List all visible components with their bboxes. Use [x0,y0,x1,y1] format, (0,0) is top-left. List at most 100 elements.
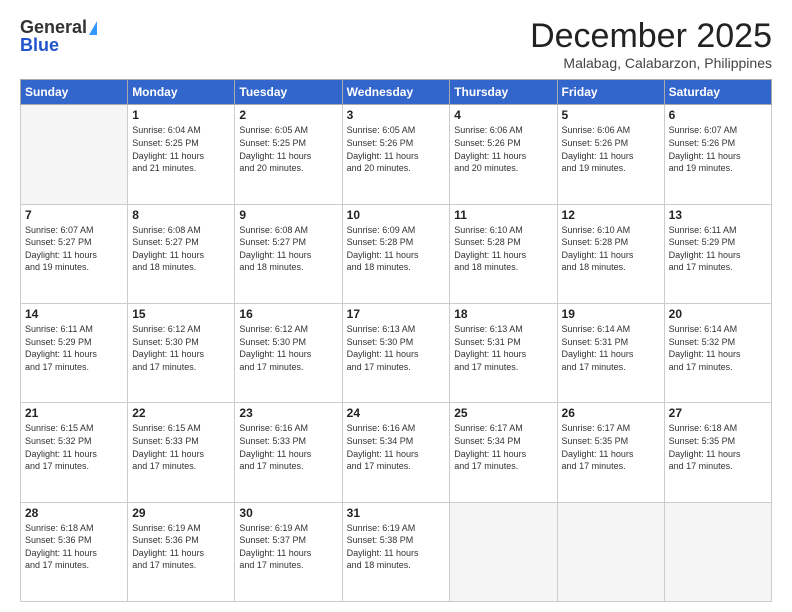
day-info: Sunrise: 6:17 AM Sunset: 5:34 PM Dayligh… [454,422,552,472]
calendar-cell: 3Sunrise: 6:05 AM Sunset: 5:26 PM Daylig… [342,105,450,204]
calendar-cell: 16Sunrise: 6:12 AM Sunset: 5:30 PM Dayli… [235,304,342,403]
calendar-cell: 1 Sunrise: 6:04 AM Sunset: 5:25 PM Daylig… [128,105,235,204]
day-info: Sunrise: 6:14 AM Sunset: 5:31 PM Dayligh… [562,323,660,373]
page: General Blue December 2025 Malabag, Cala… [0,0,792,612]
calendar-cell [557,502,664,601]
calendar-cell: 7 Sunrise: 6:07 AM Sunset: 5:27 PM Daylig… [21,204,128,303]
day-number: 19 [562,307,660,321]
month-title: December 2025 [530,18,772,55]
calendar-cell: 20 Sunrise: 6:14 AM Sunset: 5:32 PM Dayli… [664,304,771,403]
day-number: 23 [239,406,337,420]
calendar-cell: 14 Sunrise: 6:11 AM Sunset: 5:29 PM Dayli… [21,304,128,403]
day-number: 7 [25,208,123,222]
calendar-cell: 10 Sunrise: 6:09 AM Sunset: 5:28 PM Dayli… [342,204,450,303]
day-info: Sunrise: 6:13 AM Sunset: 5:30 PM Dayligh… [347,323,446,373]
day-number: 27 [669,406,767,420]
day-info: Sunrise: 6:19 AM Sunset: 5:36 PM Dayligh… [132,522,230,572]
calendar-cell [664,502,771,601]
day-info: Sunrise: 6:06 AM Sunset: 5:26 PM Dayligh… [454,124,552,174]
day-info: Sunrise: 6:09 AM Sunset: 5:28 PM Dayligh… [347,224,446,274]
day-number: 13 [669,208,767,222]
day-number: 29 [132,506,230,520]
day-number: 12 [562,208,660,222]
calendar-cell: 2Sunrise: 6:05 AM Sunset: 5:25 PM Daylig… [235,105,342,204]
weekday-header-wednesday: Wednesday [342,80,450,105]
day-info: Sunrise: 6:13 AM Sunset: 5:31 PM Dayligh… [454,323,552,373]
week-row-4: 28 Sunrise: 6:18 AM Sunset: 5:36 PM Dayli… [21,502,772,601]
day-info: Sunrise: 6:07 AM Sunset: 5:27 PM Dayligh… [25,224,123,274]
day-number: 22 [132,406,230,420]
logo: General Blue [20,18,97,56]
day-info: Sunrise: 6:11 AM Sunset: 5:29 PM Dayligh… [669,224,767,274]
day-info: Sunrise: 6:19 AM Sunset: 5:37 PM Dayligh… [239,522,337,572]
calendar-cell: 6Sunrise: 6:07 AM Sunset: 5:26 PM Daylig… [664,105,771,204]
calendar-cell: 21 Sunrise: 6:15 AM Sunset: 5:32 PM Dayli… [21,403,128,502]
week-row-0: 1 Sunrise: 6:04 AM Sunset: 5:25 PM Daylig… [21,105,772,204]
day-info: Sunrise: 6:06 AM Sunset: 5:26 PM Dayligh… [562,124,660,174]
logo-blue-text: Blue [20,36,59,56]
day-number: 30 [239,506,337,520]
day-number: 21 [25,406,123,420]
day-info: Sunrise: 6:16 AM Sunset: 5:34 PM Dayligh… [347,422,446,472]
week-row-2: 14 Sunrise: 6:11 AM Sunset: 5:29 PM Dayli… [21,304,772,403]
weekday-header-saturday: Saturday [664,80,771,105]
day-number: 26 [562,406,660,420]
day-info: Sunrise: 6:11 AM Sunset: 5:29 PM Dayligh… [25,323,123,373]
day-number: 24 [347,406,446,420]
day-number: 11 [454,208,552,222]
title-block: December 2025 Malabag, Calabarzon, Phili… [530,18,772,71]
calendar-cell: 8Sunrise: 6:08 AM Sunset: 5:27 PM Daylig… [128,204,235,303]
day-number: 1 [132,108,230,122]
day-number: 18 [454,307,552,321]
calendar-cell: 26 Sunrise: 6:17 AM Sunset: 5:35 PM Dayli… [557,403,664,502]
day-info: Sunrise: 6:10 AM Sunset: 5:28 PM Dayligh… [454,224,552,274]
day-number: 15 [132,307,230,321]
weekday-header-monday: Monday [128,80,235,105]
day-number: 8 [132,208,230,222]
day-number: 6 [669,108,767,122]
day-info: Sunrise: 6:05 AM Sunset: 5:26 PM Dayligh… [347,124,446,174]
day-info: Sunrise: 6:15 AM Sunset: 5:32 PM Dayligh… [25,422,123,472]
calendar-cell: 31 Sunrise: 6:19 AM Sunset: 5:38 PM Dayli… [342,502,450,601]
day-info: Sunrise: 6:18 AM Sunset: 5:35 PM Dayligh… [669,422,767,472]
calendar-table: SundayMondayTuesdayWednesdayThursdayFrid… [20,79,772,602]
calendar-cell: 15 Sunrise: 6:12 AM Sunset: 5:30 PM Dayli… [128,304,235,403]
calendar-cell: 18 Sunrise: 6:13 AM Sunset: 5:31 PM Dayli… [450,304,557,403]
day-number: 20 [669,307,767,321]
day-info: Sunrise: 6:10 AM Sunset: 5:28 PM Dayligh… [562,224,660,274]
calendar-cell: 29 Sunrise: 6:19 AM Sunset: 5:36 PM Dayli… [128,502,235,601]
day-number: 2 [239,108,337,122]
calendar-cell: 13 Sunrise: 6:11 AM Sunset: 5:29 PM Dayli… [664,204,771,303]
day-info: Sunrise: 6:15 AM Sunset: 5:33 PM Dayligh… [132,422,230,472]
day-info: Sunrise: 6:18 AM Sunset: 5:36 PM Dayligh… [25,522,123,572]
calendar-cell: 22 Sunrise: 6:15 AM Sunset: 5:33 PM Dayli… [128,403,235,502]
day-number: 28 [25,506,123,520]
day-info: Sunrise: 6:19 AM Sunset: 5:38 PM Dayligh… [347,522,446,572]
calendar-cell: 9 Sunrise: 6:08 AM Sunset: 5:27 PM Daylig… [235,204,342,303]
location: Malabag, Calabarzon, Philippines [530,55,772,71]
day-info: Sunrise: 6:04 AM Sunset: 5:25 PM Dayligh… [132,124,230,174]
weekday-header-row: SundayMondayTuesdayWednesdayThursdayFrid… [21,80,772,105]
day-number: 14 [25,307,123,321]
calendar-cell [450,502,557,601]
calendar-cell: 23 Sunrise: 6:16 AM Sunset: 5:33 PM Dayli… [235,403,342,502]
header: General Blue December 2025 Malabag, Cala… [20,18,772,71]
day-info: Sunrise: 6:14 AM Sunset: 5:32 PM Dayligh… [669,323,767,373]
calendar-cell: 24 Sunrise: 6:16 AM Sunset: 5:34 PM Dayli… [342,403,450,502]
day-info: Sunrise: 6:12 AM Sunset: 5:30 PM Dayligh… [239,323,337,373]
day-info: Sunrise: 6:17 AM Sunset: 5:35 PM Dayligh… [562,422,660,472]
calendar-cell [21,105,128,204]
day-number: 5 [562,108,660,122]
day-number: 4 [454,108,552,122]
day-number: 31 [347,506,446,520]
day-number: 9 [239,208,337,222]
calendar-cell: 19 Sunrise: 6:14 AM Sunset: 5:31 PM Dayli… [557,304,664,403]
day-info: Sunrise: 6:08 AM Sunset: 5:27 PM Dayligh… [239,224,337,274]
day-info: Sunrise: 6:12 AM Sunset: 5:30 PM Dayligh… [132,323,230,373]
day-number: 10 [347,208,446,222]
logo-icon [89,21,97,35]
weekday-header-friday: Friday [557,80,664,105]
calendar-cell: 28 Sunrise: 6:18 AM Sunset: 5:36 PM Dayli… [21,502,128,601]
day-info: Sunrise: 6:16 AM Sunset: 5:33 PM Dayligh… [239,422,337,472]
calendar-cell: 12 Sunrise: 6:10 AM Sunset: 5:28 PM Dayli… [557,204,664,303]
